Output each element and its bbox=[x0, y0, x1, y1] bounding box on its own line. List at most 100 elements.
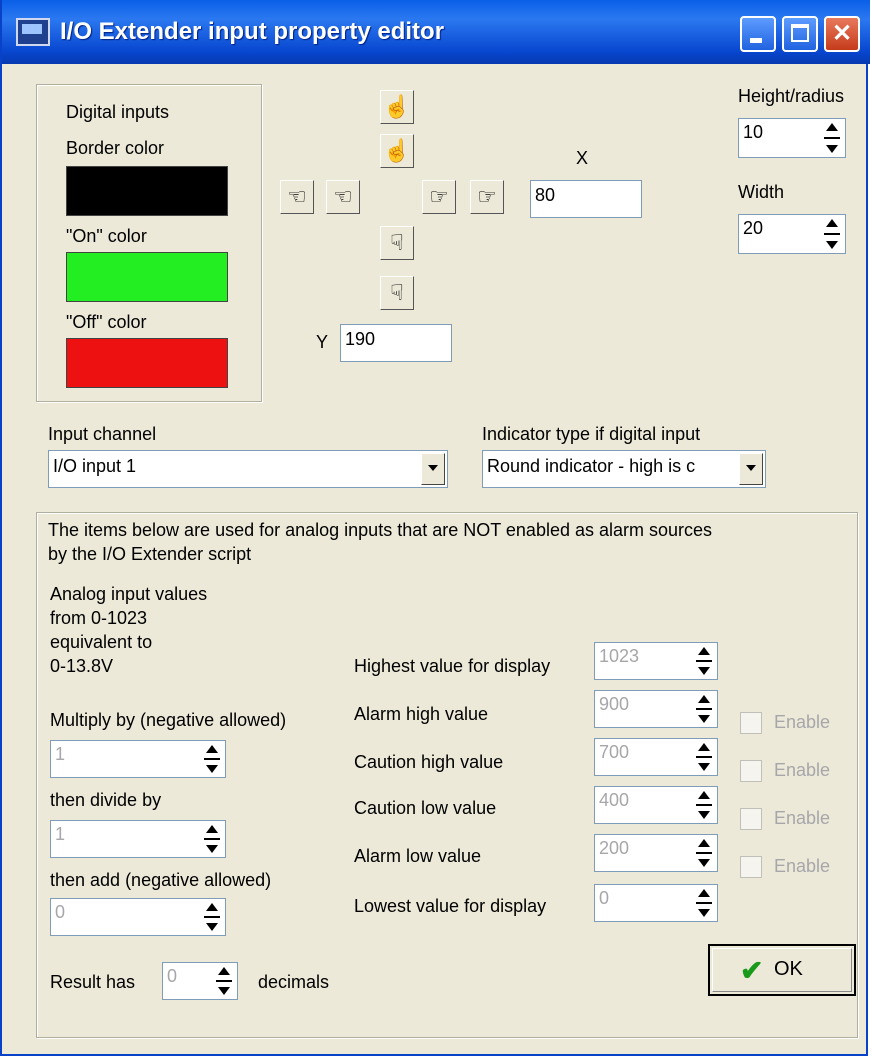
result-label: Result has bbox=[50, 972, 136, 992]
x-label: X bbox=[576, 148, 589, 168]
on-color-label: "On" color bbox=[66, 226, 147, 246]
move-down-button[interactable]: ☟ bbox=[380, 226, 414, 260]
highest-value: 1023 bbox=[599, 646, 640, 666]
maximize-icon bbox=[791, 24, 809, 42]
lowest-spin-arrows[interactable] bbox=[694, 888, 714, 918]
multiply-label: Multiply by (negative allowed) bbox=[50, 710, 287, 730]
caution-high-spin-arrows[interactable] bbox=[694, 742, 714, 772]
caution-high-enable-checkbox[interactable] bbox=[740, 760, 762, 782]
height-spinner[interactable]: 10 bbox=[738, 118, 846, 158]
highest-spinner[interactable]: 1023 bbox=[594, 642, 718, 680]
highest-label: Highest value for display bbox=[354, 656, 551, 676]
move-right-fast-button[interactable]: ☞ bbox=[470, 180, 504, 214]
divide-spin-arrows[interactable] bbox=[202, 824, 222, 854]
multiply-spin-arrows[interactable] bbox=[202, 744, 222, 774]
caution-low-enable-checkbox[interactable] bbox=[740, 808, 762, 830]
close-icon: ✕ bbox=[831, 20, 853, 47]
analog-info-line4: 0-13.8V bbox=[50, 656, 114, 676]
analog-info-line3: equivalent to bbox=[50, 632, 153, 652]
width-spin-arrows[interactable] bbox=[822, 218, 842, 250]
alarm-high-label: Alarm high value bbox=[354, 704, 489, 724]
ok-button[interactable]: ✔ OK bbox=[708, 944, 856, 996]
caution-high-spinner[interactable]: 700 bbox=[594, 738, 718, 776]
height-label: Height/radius bbox=[738, 86, 845, 106]
app-icon bbox=[16, 18, 50, 46]
decimals-spinner[interactable]: 0 bbox=[162, 962, 238, 1000]
move-left-fast-button[interactable]: ☜ bbox=[280, 180, 314, 214]
decimals-value: 0 bbox=[167, 966, 178, 986]
alarm-low-enable-label: Enable bbox=[774, 856, 831, 876]
analog-info-line2: from 0-1023 bbox=[50, 608, 148, 628]
caution-low-spin-arrows[interactable] bbox=[694, 790, 714, 820]
alarm-low-label: Alarm low value bbox=[354, 846, 482, 866]
border-color-swatch[interactable] bbox=[66, 166, 228, 216]
lowest-label: Lowest value for display bbox=[354, 896, 547, 916]
add-spinner[interactable]: 0 bbox=[50, 898, 226, 936]
indicator-type-select[interactable]: Round indicator - high is c bbox=[482, 450, 766, 488]
move-up-fast-button[interactable]: ☝ bbox=[380, 90, 414, 124]
alarm-low-spin-arrows[interactable] bbox=[694, 838, 714, 868]
move-up-button[interactable]: ☝ bbox=[380, 134, 414, 168]
checkmark-icon: ✔ bbox=[740, 955, 764, 986]
highest-spin-arrows[interactable] bbox=[694, 646, 714, 676]
alarm-high-enable-checkbox[interactable] bbox=[740, 712, 762, 734]
add-value: 0 bbox=[55, 902, 66, 922]
title-bar[interactable]: I/O Extender input property editor ✕ bbox=[2, 0, 870, 64]
move-left-button[interactable]: ☜ bbox=[326, 180, 360, 214]
width-value: 20 bbox=[743, 218, 764, 238]
alarm-high-spinner[interactable]: 900 bbox=[594, 690, 718, 728]
x-input[interactable]: 80 bbox=[530, 180, 642, 218]
analog-note-line1: The items below are used for analog inpu… bbox=[48, 520, 713, 540]
height-spin-arrows[interactable] bbox=[822, 122, 842, 154]
caution-high-label: Caution high value bbox=[354, 752, 504, 772]
analog-note-line2: by the I/O Extender script bbox=[48, 544, 252, 564]
digital-inputs-label: Digital inputs bbox=[66, 102, 170, 122]
decimals-label: decimals bbox=[258, 972, 330, 992]
move-right-button[interactable]: ☞ bbox=[422, 180, 456, 214]
y-label: Y bbox=[316, 332, 329, 352]
alarm-high-spin-arrows[interactable] bbox=[694, 694, 714, 724]
alarm-low-enable-checkbox[interactable] bbox=[740, 856, 762, 878]
caution-low-label: Caution low value bbox=[354, 798, 497, 818]
input-channel-label: Input channel bbox=[48, 424, 157, 444]
caution-low-value: 400 bbox=[599, 790, 630, 810]
chevron-down-icon[interactable] bbox=[739, 453, 763, 485]
window-title: I/O Extender input property editor bbox=[60, 18, 445, 45]
move-down-fast-button[interactable]: ☟ bbox=[380, 276, 414, 310]
on-color-swatch[interactable] bbox=[66, 252, 228, 302]
close-button[interactable]: ✕ bbox=[824, 16, 860, 52]
caution-high-enable-label: Enable bbox=[774, 760, 831, 780]
chevron-down-icon[interactable] bbox=[421, 453, 445, 485]
maximize-button[interactable] bbox=[782, 16, 818, 52]
y-input[interactable]: 190 bbox=[340, 324, 452, 362]
indicator-type-value: Round indicator - high is c bbox=[487, 456, 696, 476]
input-channel-value: I/O input 1 bbox=[53, 456, 137, 476]
alarm-high-enable-label: Enable bbox=[774, 712, 831, 732]
multiply-spinner[interactable]: 1 bbox=[50, 740, 226, 778]
border-color-label: Border color bbox=[66, 138, 165, 158]
decimals-spin-arrows[interactable] bbox=[214, 966, 234, 996]
caution-high-value: 700 bbox=[599, 742, 630, 762]
alarm-low-value: 200 bbox=[599, 838, 630, 858]
off-color-label: "Off" color bbox=[66, 312, 147, 332]
caution-low-enable-label: Enable bbox=[774, 808, 831, 828]
width-spinner[interactable]: 20 bbox=[738, 214, 846, 254]
minimize-button[interactable] bbox=[740, 16, 776, 52]
add-label: then add (negative allowed) bbox=[50, 870, 272, 890]
lowest-spinner[interactable]: 0 bbox=[594, 884, 718, 922]
alarm-low-spinner[interactable]: 200 bbox=[594, 834, 718, 872]
multiply-value: 1 bbox=[55, 744, 66, 764]
divide-spinner[interactable]: 1 bbox=[50, 820, 226, 858]
off-color-swatch[interactable] bbox=[66, 338, 228, 388]
ok-label: OK bbox=[774, 958, 803, 980]
indicator-type-label: Indicator type if digital input bbox=[482, 424, 701, 444]
add-spin-arrows[interactable] bbox=[202, 902, 222, 932]
lowest-value: 0 bbox=[599, 888, 610, 908]
divide-value: 1 bbox=[55, 824, 66, 844]
analog-info-line1: Analog input values bbox=[50, 584, 208, 604]
divide-label: then divide by bbox=[50, 790, 162, 810]
alarm-high-value: 900 bbox=[599, 694, 630, 714]
dialog-window: I/O Extender input property editor ✕ Dig… bbox=[0, 0, 870, 1056]
input-channel-select[interactable]: I/O input 1 bbox=[48, 450, 448, 488]
caution-low-spinner[interactable]: 400 bbox=[594, 786, 718, 824]
